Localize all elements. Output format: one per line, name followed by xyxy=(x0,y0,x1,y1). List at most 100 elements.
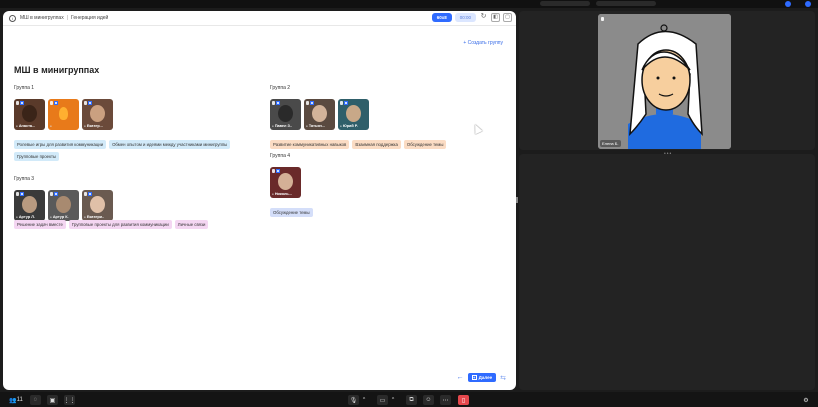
topic-chip[interactable]: Групповые проекты xyxy=(14,152,60,161)
close-icon[interactable]: ▢ xyxy=(503,13,512,22)
participant-name: Татьян... xyxy=(306,124,325,128)
whiteboard-panel: i МШ в минигруппах | Генерация идей 60x8… xyxy=(3,11,516,390)
mic-icon xyxy=(84,101,87,105)
avatar xyxy=(346,105,361,122)
flame-icon xyxy=(59,107,68,120)
participant-tiles: Артур Л. Артур К. Екатери.. xyxy=(14,190,113,221)
chat-icon[interactable]: ◌ xyxy=(30,395,41,405)
refresh-icon[interactable]: ↻ xyxy=(479,13,488,22)
topic-chip[interactable]: Решение задач вместе xyxy=(14,220,66,229)
camera-icon[interactable]: ▭ xyxy=(377,395,388,405)
participants-button[interactable]: 👥 11 xyxy=(8,395,24,405)
top-pill xyxy=(596,1,656,6)
participant-tile[interactable]: Екатери.. xyxy=(82,190,113,221)
reactions-icon[interactable]: ☺ xyxy=(423,395,434,405)
status-dot xyxy=(785,1,791,7)
participant-name: Николь... xyxy=(272,192,292,196)
participants-icon: 👥 xyxy=(9,397,17,404)
participant-name: Юрий Р. xyxy=(340,124,358,128)
topic-chip[interactable]: Обсуждение темы xyxy=(403,140,447,149)
group-4: Группа 4 Николь... xyxy=(270,153,301,198)
mic-icon[interactable]: 🎙 xyxy=(348,395,359,405)
mouse-cursor xyxy=(471,122,483,135)
group-3: Группа 3 Артур Л. Артур К. Екатери.. xyxy=(14,176,113,221)
participant-name: Павел З.. xyxy=(272,124,292,128)
resize-handle[interactable] xyxy=(516,197,518,203)
mic-icon xyxy=(84,192,87,196)
participant-name: Екатер... xyxy=(84,124,103,128)
group-2-topics: Развитие коммуникативных навыков Взаимна… xyxy=(270,140,510,149)
mic-icon xyxy=(16,192,19,196)
leave-icon[interactable]: ▯ xyxy=(458,395,469,405)
avatar-illustration xyxy=(598,14,731,149)
timer-tag-active[interactable]: 60x8 xyxy=(431,13,452,22)
camera-icon xyxy=(54,101,58,105)
settings-icon[interactable]: ⚙ xyxy=(801,395,811,405)
participant-tile[interactable]: Юрий Р. xyxy=(338,99,369,130)
chevron-up-icon[interactable]: ^ xyxy=(390,395,396,405)
top-pill xyxy=(540,1,590,6)
avatar xyxy=(278,173,293,190)
board-navigation: ← + Далее ⇆ xyxy=(457,373,506,382)
camera-icon xyxy=(54,192,58,196)
group-2: Группа 2 Павел З.. Татьян... Юрий Р. xyxy=(270,85,369,130)
avatar xyxy=(90,196,105,213)
notes-icon[interactable]: ▣ xyxy=(47,395,58,405)
screen-share-icon[interactable]: ⧉ xyxy=(406,395,417,405)
shuffle-icon[interactable]: ⇆ xyxy=(500,374,506,382)
video-tile-empty[interactable] xyxy=(519,154,815,390)
top-strip xyxy=(0,0,818,8)
camera-icon xyxy=(20,101,24,105)
topic-chip[interactable]: Обсуждение темы xyxy=(270,208,313,217)
topic-chip[interactable]: Личные связи xyxy=(174,220,209,229)
participant-tile[interactable]: Николь... xyxy=(270,167,301,198)
avatar xyxy=(312,105,327,122)
participant-tile[interactable]: Татьян... xyxy=(304,99,335,130)
camera-icon xyxy=(88,101,92,105)
participant-tile[interactable]: Екатер... xyxy=(82,99,113,130)
grid-icon[interactable]: ⋮⋮ xyxy=(64,395,76,405)
topic-chip[interactable]: Развитие коммуникативных навыков xyxy=(270,140,350,149)
status-dot xyxy=(805,1,811,7)
group-1: Группа 1 Анаста... Екатер... xyxy=(14,85,113,130)
back-button[interactable]: ← xyxy=(457,374,464,381)
create-group-link[interactable]: + Создать группу xyxy=(463,40,503,46)
participant-tiles: Николь... xyxy=(270,167,301,198)
breadcrumb-subtitle: Генерация идей xyxy=(71,15,109,21)
mic-icon xyxy=(50,192,53,196)
info-icon[interactable]: i xyxy=(9,14,16,22)
avatar xyxy=(90,105,105,122)
topic-chip[interactable]: Взаимная поддержка xyxy=(352,140,401,149)
participant-name: Артур Л. xyxy=(16,215,35,219)
video-frame: Елена Б. xyxy=(598,14,731,149)
participant-tile[interactable]: Павел З.. xyxy=(270,99,301,130)
topic-chip[interactable]: Групповые проекты для развития коммуника… xyxy=(68,220,172,229)
participant-tile[interactable] xyxy=(48,99,79,130)
avatar xyxy=(22,105,37,122)
camera-icon xyxy=(276,169,280,173)
next-button[interactable]: + Далее xyxy=(467,373,497,382)
participant-tiles: Павел З.. Татьян... Юрий Р. xyxy=(270,99,369,130)
participant-tile[interactable]: Артур Л. xyxy=(14,190,45,221)
breadcrumb-title: МШ в минигруппах xyxy=(20,15,64,21)
video-tile-main[interactable]: Елена Б. xyxy=(519,11,815,150)
group-title: Группа 3 xyxy=(14,176,35,182)
participant-tile[interactable]: Анаста... xyxy=(14,99,45,130)
expand-icon[interactable]: ◧ xyxy=(491,13,500,22)
avatar xyxy=(22,196,37,213)
group-1-topics: Ролевые игры для развития коммуникации О… xyxy=(14,140,254,161)
timer-tag-inactive[interactable]: 00:00 xyxy=(454,13,476,22)
avatar xyxy=(278,105,293,122)
participant-name: Екатери.. xyxy=(84,215,104,219)
more-icon[interactable]: ⋯ xyxy=(440,395,451,405)
topic-chip[interactable]: Обмен опытом и идеями между участниками … xyxy=(109,140,231,149)
camera-icon xyxy=(88,192,92,196)
header-actions: 60x8 00:00 ↻ ◧ ▢ xyxy=(431,13,512,22)
chevron-up-icon[interactable]: ^ xyxy=(361,395,367,405)
camera-icon xyxy=(276,101,280,105)
topic-chip[interactable]: Ролевые игры для развития коммуникации xyxy=(14,140,107,149)
participant-tile[interactable]: Артур К. xyxy=(48,190,79,221)
camera-icon xyxy=(344,101,348,105)
camera-icon xyxy=(20,192,24,196)
board-header: i МШ в минигруппах | Генерация идей 60x8… xyxy=(3,11,516,26)
